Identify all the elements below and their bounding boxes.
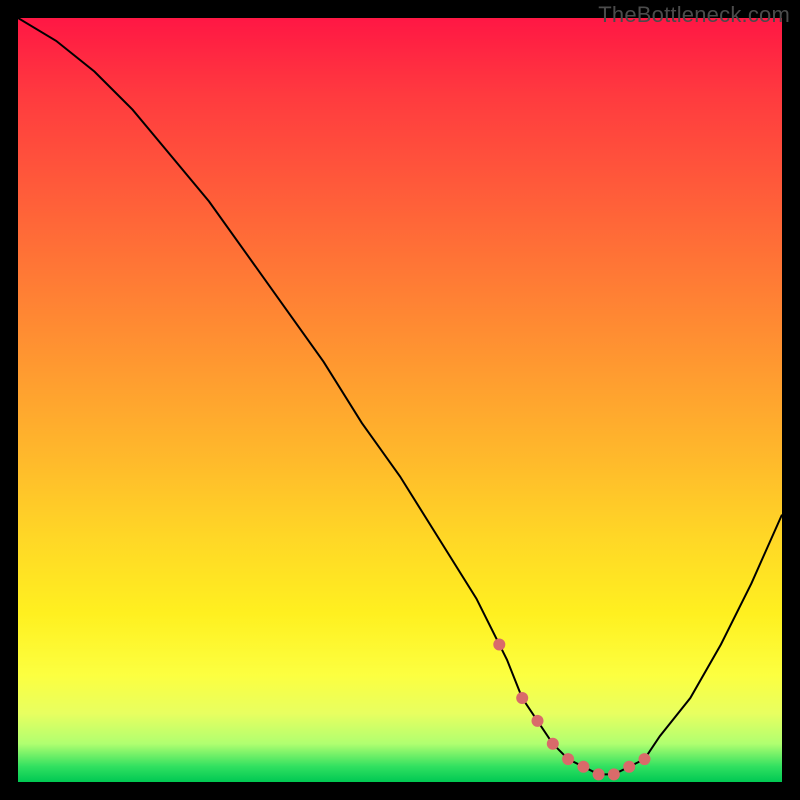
marker-dot [593,768,605,780]
marker-dot [639,753,651,765]
marker-dot [493,639,505,651]
marker-dot [532,715,544,727]
plot-area [18,18,782,782]
marker-dot [562,753,574,765]
bottleneck-curve [18,18,782,774]
chart-frame: TheBottleneck.com [0,0,800,800]
chart-svg [18,18,782,782]
marker-dot [623,761,635,773]
marker-dot [516,692,528,704]
marker-dot [608,768,620,780]
marker-dot [547,738,559,750]
optimal-zone-dots [493,639,650,781]
marker-dot [577,761,589,773]
